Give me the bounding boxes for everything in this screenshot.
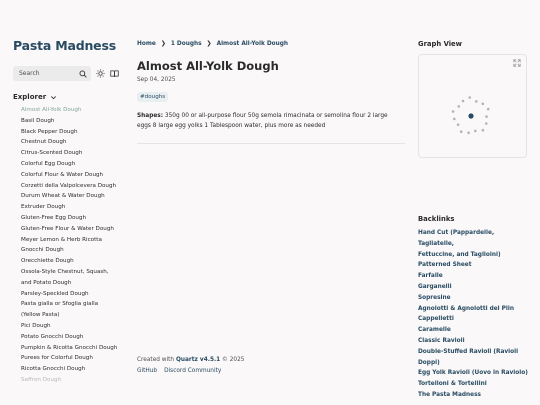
page-date: Sep 04, 2025	[137, 77, 176, 83]
backlink-item[interactable]: Tortelloni & Tortellini	[418, 379, 528, 390]
explorer-item[interactable]: Pumpkin & Ricotta Gnocchi Dough	[21, 343, 125, 354]
graph-node[interactable]	[459, 130, 463, 133]
backlinks-title: Backlinks	[418, 215, 455, 223]
left-sidebar: Pasta Madness Search Explorer Almost All…	[13, 38, 125, 405]
explorer-item[interactable]: Ricotta Gnocchi Dough	[21, 364, 125, 375]
footer-link-github[interactable]: GitHub	[137, 368, 157, 374]
graph-view[interactable]	[418, 54, 527, 158]
graph-title: Graph View	[418, 40, 462, 48]
divider	[137, 143, 405, 144]
graph-node[interactable]	[485, 122, 488, 125]
graph-node[interactable]	[475, 100, 478, 103]
explorer-item[interactable]: (Yellow Pasta)	[21, 310, 125, 321]
explorer-item[interactable]: Basil Dough	[21, 116, 125, 127]
explorer-item[interactable]: Colorful Egg Dough	[21, 159, 125, 170]
backlink-item[interactable]: Hand Cut (Pappardelle, Tagliatelle,	[418, 228, 528, 250]
explorer-item[interactable]: Gnocchi Dough	[21, 245, 125, 256]
breadcrumb-home[interactable]: Home	[137, 41, 156, 47]
explorer-item[interactable]: Durum Wheat & Water Dough	[21, 191, 125, 202]
graph-current-node[interactable]	[468, 113, 474, 119]
explorer-toggle[interactable]: Explorer	[13, 93, 125, 101]
backlink-item[interactable]: Cappelletti	[418, 314, 528, 325]
explorer-item[interactable]: and Potato Dough	[21, 278, 125, 289]
footer: Created with Quartz v4.5.1 © 2025 GitHub…	[137, 357, 244, 374]
right-sidebar: Graph View Backlinks Hand Cut (Pappardel…	[418, 40, 528, 401]
footer-year: © 2025	[220, 357, 245, 363]
footer-created: Created with	[137, 357, 176, 363]
quartz-link[interactable]: Quartz v4.5.1	[176, 357, 220, 363]
backlink-item[interactable]: Double-Stuffed Ravioli (Ravioli	[418, 347, 528, 358]
graph-node[interactable]	[457, 105, 461, 108]
backlink-item[interactable]: Caramelle	[418, 325, 528, 336]
explorer-item[interactable]: Parsley-Speckled Dough	[21, 289, 125, 300]
backlink-item[interactable]: Patterned Sheet	[418, 260, 528, 271]
search-label: Search	[19, 70, 40, 77]
backlink-item[interactable]: Fettuccine, and Taglioini)	[418, 250, 528, 261]
explorer-item[interactable]: Gluten-Free Flour & Water Dough	[21, 224, 125, 235]
graph-node[interactable]	[481, 128, 485, 132]
explorer-title: Explorer	[13, 93, 47, 101]
backlink-item[interactable]: Egg Yolk Ravioli (Uovo in Raviolo)	[418, 368, 528, 379]
backlink-item[interactable]: Classic Ravioli	[418, 336, 528, 347]
graph-node[interactable]	[481, 102, 485, 106]
main-content: Home ❯ 1 Doughs ❯ Almost All-Yolk Dough …	[137, 40, 407, 144]
explorer-item[interactable]: Chestnut Dough	[21, 137, 125, 148]
explorer-item[interactable]: Gluten-Free Egg Dough	[21, 213, 125, 224]
shapes-label: Shapes:	[137, 113, 164, 119]
backlink-item[interactable]: Garganelli	[418, 282, 528, 293]
footer-link-discord[interactable]: Discord Community	[164, 368, 221, 374]
footer-links: GitHub Discord Community	[137, 368, 244, 374]
backlink-item[interactable]: Agnolotti & Agnolotti del Plin	[418, 304, 528, 315]
breadcrumb: Home ❯ 1 Doughs ❯ Almost All-Yolk Dough	[137, 40, 407, 47]
page-body: Shapes: 350g 00 or all-purpose flour 50g…	[137, 111, 399, 131]
backlinks: Backlinks Hand Cut (Pappardelle, Tagliat…	[418, 215, 528, 401]
explorer-item[interactable]: Meyer Lemon & Herb Ricotta	[21, 235, 125, 246]
explorer-item[interactable]: Extruder Dough	[21, 202, 125, 213]
explorer-item[interactable]: Almost All-Yolk Dough	[21, 105, 125, 116]
backlink-item[interactable]: Doppi)	[418, 358, 528, 369]
explorer-tree: Almost All-Yolk Dough Basil Dough Black Pe…	[13, 105, 125, 386]
breadcrumb-separator: ❯	[160, 40, 166, 47]
graph-node[interactable]	[486, 107, 490, 111]
explorer-item[interactable]: Pasta gialla or Sfoglia gialla	[21, 299, 125, 310]
graph-node[interactable]	[468, 96, 471, 99]
explorer-item[interactable]: Colorful Flour & Water Dough	[21, 170, 125, 181]
graph-node[interactable]	[453, 117, 456, 121]
explorer-item[interactable]: Purees for Colorful Dough	[21, 353, 125, 364]
site-title[interactable]: Pasta Madness	[13, 38, 125, 53]
explorer-item[interactable]: Ossola-Style Chestnut, Squash,	[21, 267, 125, 278]
chevron-down-icon	[51, 95, 57, 99]
backlink-item[interactable]: Farfalle	[418, 271, 528, 282]
shapes-text: 350g 00 or all-purpose flour 50g semola …	[137, 113, 388, 129]
explorer-item[interactable]: Saffron Dough	[21, 375, 125, 386]
graph-node[interactable]	[456, 123, 460, 126]
explorer-item[interactable]: Citrus-Scented Dough	[21, 148, 125, 159]
tag-link[interactable]: #doughs	[137, 92, 169, 102]
graph-node[interactable]	[485, 115, 488, 118]
graph-canvas[interactable]	[419, 55, 526, 157]
graph-node[interactable]	[461, 99, 465, 103]
backlink-item[interactable]: The Pasta Madness	[418, 390, 528, 401]
page-title: Almost All-Yolk Dough	[137, 59, 279, 73]
explorer-item[interactable]: Pici Dough	[21, 321, 125, 332]
search-button[interactable]: Search	[13, 66, 91, 81]
breadcrumb-separator: ❯	[206, 40, 212, 47]
breadcrumb-folder[interactable]: 1 Doughs	[171, 41, 202, 47]
graph-node[interactable]	[467, 131, 470, 135]
explorer-item[interactable]: Potato Gnocchi Dough	[21, 332, 125, 343]
breadcrumb-current[interactable]: Almost All-Yolk Dough	[217, 41, 288, 47]
search-row: Search	[13, 66, 125, 81]
graph-node[interactable]	[451, 110, 455, 113]
explorer-item[interactable]: Orecchiette Dough	[21, 256, 125, 267]
graph-node[interactable]	[474, 129, 477, 133]
backlinks-list: Hand Cut (Pappardelle, Tagliatelle, Fettu…	[418, 228, 528, 401]
explorer-item[interactable]: Black Pepper Dough	[21, 127, 125, 138]
search-icon	[79, 70, 87, 78]
reader-mode-icon[interactable]	[110, 69, 119, 78]
theme-toggle-icon[interactable]	[96, 69, 105, 78]
explorer-item[interactable]: Corzetti della Valpolcevera Dough	[21, 181, 125, 192]
backlink-item[interactable]: Sopresine	[418, 293, 528, 304]
footer-credit: Created with Quartz v4.5.1 © 2025	[137, 357, 244, 363]
